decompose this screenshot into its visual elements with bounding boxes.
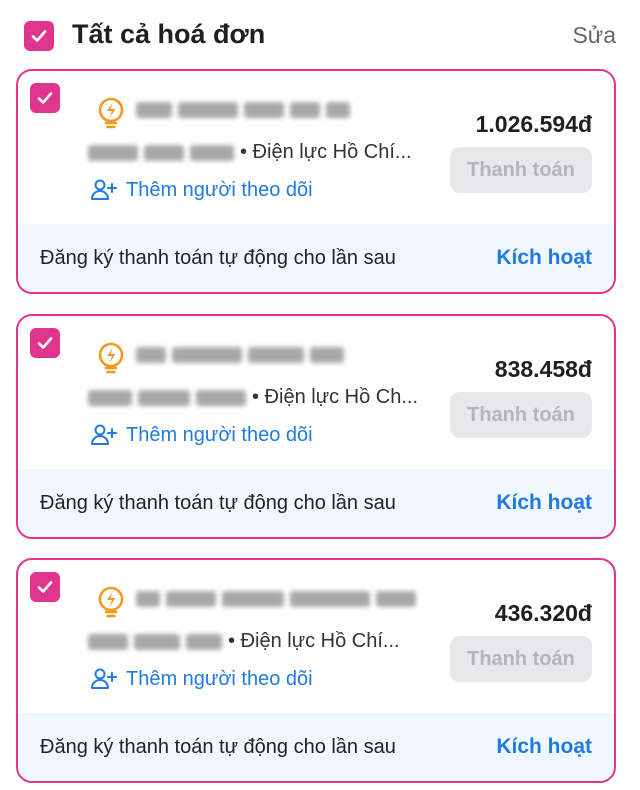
add-user-icon [91, 668, 117, 689]
add-user-icon [91, 179, 117, 200]
customer-code-redacted [88, 144, 234, 161]
lightning-bulb-icon [93, 95, 129, 131]
customer-name-redacted [136, 586, 436, 612]
pay-button[interactable]: Thanh toán [450, 636, 592, 682]
bill-checkbox[interactable] [30, 328, 60, 358]
customer-name-redacted [136, 342, 386, 368]
pay-button[interactable]: Thanh toán [450, 392, 592, 438]
bill-meta: • Điện lực Hồ Chí... [88, 630, 448, 653]
electricity-provider-label: • Điện lực Hồ Ch... [252, 386, 418, 408]
bill-card[interactable]: • Điện lực Hồ Chí... Thêm người theo dõi… [16, 558, 616, 783]
select-all-checkbox[interactable] [24, 21, 54, 51]
add-follower-label: Thêm người theo dõi [126, 178, 313, 201]
add-follower-button[interactable]: Thêm người theo dõi [90, 423, 313, 447]
edit-button[interactable]: Sửa [572, 22, 616, 49]
add-user-icon [91, 424, 117, 445]
bill-card[interactable]: • Điện lực Hồ Chí... Thêm người theo dõi… [16, 69, 616, 294]
bill-meta: • Điện lực Hồ Chí... [88, 141, 448, 164]
electricity-provider-label: • Điện lực Hồ Chí... [240, 141, 412, 163]
autopay-text: Đăng ký thanh toán tự động cho lần sau [40, 491, 396, 514]
bill-card[interactable]: • Điện lực Hồ Ch... Thêm người theo dõi … [16, 314, 616, 539]
activate-autopay-button[interactable]: Kích hoạt [496, 491, 592, 515]
pay-button[interactable]: Thanh toán [450, 147, 592, 193]
add-follower-button[interactable]: Thêm người theo dõi [90, 667, 313, 691]
page-title: Tất cả hoá đơn [72, 19, 266, 49]
customer-name-redacted [136, 97, 386, 123]
customer-code-redacted [88, 389, 246, 406]
bill-amount: 1.026.594đ [475, 111, 592, 137]
check-icon [37, 337, 53, 349]
bill-checkbox[interactable] [30, 83, 60, 113]
customer-code-redacted [88, 633, 222, 650]
lightning-bulb-icon [93, 584, 129, 620]
lightning-bulb-icon [93, 340, 129, 376]
autopay-banner: Đăng ký thanh toán tự động cho lần sau K… [18, 469, 614, 537]
electricity-provider-label: • Điện lực Hồ Chí... [228, 630, 400, 652]
add-follower-label: Thêm người theo dõi [126, 667, 313, 690]
bills-header: Tất cả hoá đơn Sửa [0, 0, 640, 70]
bill-amount: 838.458đ [494, 356, 592, 382]
autopay-text: Đăng ký thanh toán tự động cho lần sau [40, 735, 396, 758]
autopay-banner: Đăng ký thanh toán tự động cho lần sau K… [18, 224, 614, 292]
bill-checkbox[interactable] [30, 572, 60, 602]
check-icon [37, 92, 53, 104]
add-follower-button[interactable]: Thêm người theo dõi [90, 178, 313, 202]
activate-autopay-button[interactable]: Kích hoạt [496, 735, 592, 759]
bill-amount: 436.320đ [494, 600, 592, 626]
activate-autopay-button[interactable]: Kích hoạt [496, 246, 592, 270]
check-icon [37, 581, 53, 593]
bill-meta: • Điện lực Hồ Ch... [88, 386, 448, 409]
autopay-text: Đăng ký thanh toán tự động cho lần sau [40, 246, 396, 269]
add-follower-label: Thêm người theo dõi [126, 423, 313, 446]
check-icon [31, 30, 47, 42]
autopay-banner: Đăng ký thanh toán tự động cho lần sau K… [18, 713, 614, 781]
